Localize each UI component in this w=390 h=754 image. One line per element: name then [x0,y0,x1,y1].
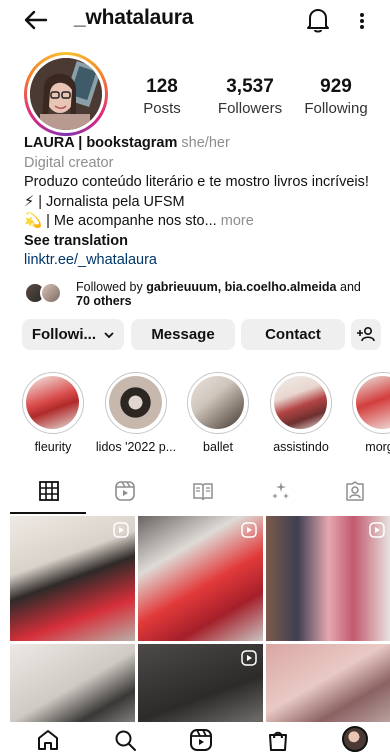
back-arrow-icon[interactable] [22,6,50,34]
bio-url-link[interactable]: linktr.ee/_whatalaura [24,251,374,271]
stat-value: 3,537 [226,76,274,97]
reel-indicator-icon [241,650,257,666]
stat-value: 128 [146,76,178,97]
top-bar: _whatalaura [0,0,390,42]
more-link[interactable]: more [221,213,254,229]
grid-icon [39,481,59,501]
more-vertical-icon[interactable] [352,8,372,34]
followed-by-others: 70 others [76,294,132,308]
highlight-cover [274,376,327,429]
reels-icon [115,481,135,501]
book-icon [193,483,213,501]
category-label: Digital creator [24,154,114,171]
bottom-nav [0,722,390,754]
add-person-button[interactable] [351,319,381,350]
highlight-cover [356,376,390,429]
followed-by-text: Followed by gabrieuuum, bia.coelho.almei… [76,280,376,308]
sparkles-icon [272,482,289,499]
reels-icon[interactable] [189,728,213,752]
follower-avatar [40,282,62,304]
following-button-label: Followi... [31,326,96,343]
profile-avatar-nav[interactable] [342,726,368,752]
followed-by[interactable]: Followed by gabrieuuum, bia.coelho.almei… [24,280,374,310]
highlight-item[interactable]: ballet [187,372,249,454]
post-thumbnail[interactable] [10,516,135,641]
search-icon[interactable] [113,728,137,752]
stat-followers[interactable]: 3,537 Followers [205,76,295,117]
stat-following[interactable]: 929 Following [291,76,381,117]
highlight-item[interactable]: morga [352,372,390,454]
bio-line: ⚡ | Jornalista pela UFSM [24,193,185,210]
bio-ellipsis: ... [204,213,217,229]
display-name: LAURA | bookstagram [24,135,178,151]
highlight-item[interactable]: fleurity [22,372,84,454]
followed-by-prefix: Followed by [76,280,147,294]
tagged-person-icon [346,481,364,501]
stat-value: 929 [320,76,352,97]
home-icon[interactable] [36,728,60,752]
following-button[interactable]: Followi... [22,319,124,350]
tab-grid[interactable] [10,476,88,510]
followed-by-and: and [336,280,361,294]
stat-label: Posts [143,100,181,117]
highlight-item[interactable]: lidos '2022 p... [96,372,176,454]
highlight-item[interactable]: assistindo [270,372,332,454]
tab-effects[interactable] [242,476,320,510]
bio-line: Produzo conteúdo literário e te mostro l… [24,174,369,190]
post-thumbnail[interactable] [266,516,390,641]
contact-button-label: Contact [265,326,321,343]
profile-stats: 128 Posts 3,537 Followers 929 Following [0,76,390,117]
bio-line: 💫 | Me acompanhe nos sto [24,213,205,229]
post-thumbnail[interactable] [138,516,263,641]
highlight-label: morga [365,440,390,454]
tab-guides[interactable] [164,476,242,510]
pronouns: she/her [181,135,230,151]
stat-posts[interactable]: 128 Posts [117,76,207,117]
highlight-cover [191,376,244,429]
tab-tagged[interactable] [316,476,390,510]
followed-by-names: gabrieuuum, bia.coelho.almeida [146,280,337,294]
reel-indicator-icon [241,522,257,538]
stat-label: Followers [217,100,283,117]
tab-reels[interactable] [86,476,164,510]
chevron-down-icon [104,332,114,339]
add-person-icon [357,326,375,342]
post-grid [10,516,390,754]
profile-tabs [0,476,390,514]
shop-bag-icon[interactable] [266,728,290,752]
reel-indicator-icon [369,522,385,538]
contact-button[interactable]: Contact [241,319,345,350]
highlight-cover [109,376,162,429]
active-tab-indicator [10,512,86,514]
message-button-label: Message [151,326,215,343]
message-button[interactable]: Message [131,319,235,350]
stat-label: Following [304,100,368,117]
highlight-cover [26,376,79,429]
see-translation-link[interactable]: See translation [24,232,374,252]
reel-indicator-icon [113,522,129,538]
profile-username: _whatalaura [74,6,194,29]
profile-bio: LAURA | bookstagram she/her Digital crea… [24,134,374,271]
bell-icon[interactable] [305,6,331,34]
